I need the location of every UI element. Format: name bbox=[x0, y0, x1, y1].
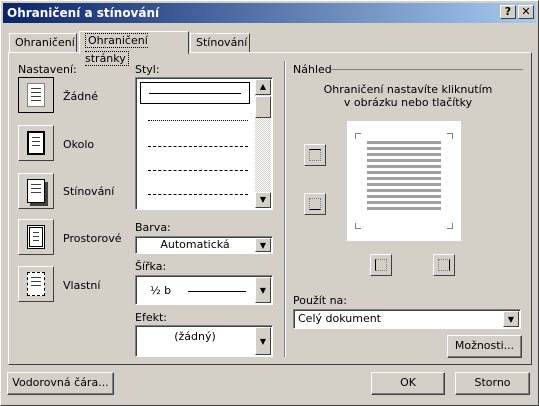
setting-label-box[interactable]: Okolo bbox=[63, 138, 94, 151]
width-label: Šířka: bbox=[135, 260, 167, 273]
width-value: ½ b bbox=[150, 284, 172, 297]
doc-line bbox=[31, 100, 41, 101]
title-bar: Ohraničení a stínování ? ✕ bbox=[3, 3, 536, 23]
doc-line bbox=[31, 188, 41, 189]
doc-line bbox=[31, 192, 41, 193]
tab-shading[interactable]: Stínování bbox=[190, 33, 250, 53]
corner-mark bbox=[447, 133, 453, 139]
border-shadow-icon[interactable] bbox=[18, 173, 54, 209]
border-custom-icon[interactable] bbox=[18, 266, 54, 302]
chevron-down-icon[interactable]: ▼ bbox=[255, 327, 271, 355]
corner-mark bbox=[447, 223, 453, 229]
preview-page[interactable] bbox=[347, 121, 461, 241]
doc-line bbox=[33, 240, 39, 241]
solid-line-sample bbox=[149, 93, 241, 94]
bottom-border-button[interactable] bbox=[304, 193, 326, 215]
tab-borders[interactable]: Ohraničení bbox=[9, 33, 77, 53]
preview-text-lines bbox=[367, 141, 441, 213]
doc-line bbox=[33, 236, 39, 237]
border-custom-doc bbox=[27, 272, 45, 296]
apply-to-value: Celý dokument bbox=[298, 312, 381, 325]
doc-line bbox=[32, 137, 40, 138]
window-title: Ohraničení a stínování bbox=[7, 6, 160, 20]
corner-mark bbox=[355, 133, 361, 139]
border-right-icon bbox=[438, 259, 450, 271]
border-none-icon[interactable] bbox=[18, 77, 54, 113]
width-combo[interactable]: ½ b ▼ bbox=[135, 275, 273, 305]
column-divider-highlight bbox=[285, 61, 286, 357]
style-list[interactable]: ▲ ▼ bbox=[135, 77, 273, 210]
doc-line bbox=[31, 184, 41, 185]
top-border-button[interactable] bbox=[304, 144, 326, 166]
scroll-down-icon[interactable]: ▼ bbox=[255, 192, 271, 208]
setting-label-shadow[interactable]: Stínování bbox=[63, 185, 114, 198]
tab-shading-label: Stínování bbox=[196, 36, 248, 49]
apply-to-combo[interactable]: Celý dokument ▼ bbox=[293, 309, 521, 329]
ok-button[interactable]: OK bbox=[371, 372, 445, 395]
setting-label-none[interactable]: Žádné bbox=[63, 90, 98, 103]
doc-line bbox=[31, 96, 41, 97]
effect-value: (žádný) bbox=[174, 330, 216, 343]
settings-header: Nastavení: bbox=[18, 63, 77, 76]
doc-line bbox=[33, 232, 39, 233]
border-3d-doc bbox=[27, 225, 45, 249]
border-box-icon[interactable] bbox=[18, 125, 54, 161]
help-button[interactable]: ? bbox=[500, 5, 516, 19]
preview-header-rule bbox=[331, 69, 523, 70]
border-shadow-doc bbox=[27, 179, 45, 203]
doc-line bbox=[31, 277, 41, 278]
preview-header: Náhled bbox=[293, 63, 332, 76]
color-value: Automatická bbox=[160, 238, 230, 251]
setting-label-custom[interactable]: Vlastní bbox=[63, 279, 100, 292]
border-top-icon bbox=[309, 149, 321, 161]
border-left-icon bbox=[375, 259, 387, 271]
borders-and-shading-dialog: Ohraničení a stínování ? ✕ Ohraničení Oh… bbox=[0, 0, 539, 406]
scroll-up-icon[interactable]: ▲ bbox=[255, 79, 271, 95]
cancel-button[interactable]: Storno bbox=[455, 372, 530, 395]
horizontal-line-button[interactable]: Vodorovná čára... bbox=[7, 372, 114, 395]
border-3d-icon[interactable] bbox=[18, 219, 54, 255]
doc-line bbox=[31, 88, 41, 89]
dotted-line-sample[interactable] bbox=[148, 120, 248, 121]
doc-line bbox=[31, 285, 41, 286]
scroll-thumb[interactable] bbox=[255, 96, 271, 118]
preview-hint-line1: Ohraničení nastavíte kliknutím bbox=[323, 83, 493, 96]
close-button[interactable]: ✕ bbox=[518, 5, 534, 19]
chevron-down-icon[interactable]: ▼ bbox=[255, 238, 271, 252]
chevron-down-icon[interactable]: ▼ bbox=[503, 311, 519, 327]
dashed-line-sample[interactable] bbox=[148, 146, 248, 147]
left-border-button[interactable] bbox=[370, 254, 392, 276]
color-label: Barva: bbox=[135, 221, 171, 234]
effect-combo[interactable]: (žádný) ▼ bbox=[135, 325, 273, 357]
color-combo[interactable]: Automatická ▼ bbox=[135, 236, 273, 254]
style-header: Styl: bbox=[135, 63, 160, 76]
style-scrollbar[interactable]: ▲ ▼ bbox=[255, 79, 271, 208]
border-box-doc bbox=[27, 131, 45, 155]
width-line-sample bbox=[188, 291, 246, 292]
doc-line bbox=[31, 92, 41, 93]
effect-label: Efekt: bbox=[135, 311, 167, 324]
apply-to-label: Použít na: bbox=[293, 294, 348, 307]
tab-page-border[interactable]: Ohraničení stránky bbox=[79, 31, 189, 66]
setting-label-3d[interactable]: Prostorové bbox=[63, 232, 122, 245]
doc-line bbox=[32, 145, 40, 146]
doc-line bbox=[32, 141, 40, 142]
border-bottom-icon bbox=[309, 198, 321, 210]
border-none-doc bbox=[27, 83, 45, 107]
right-border-button[interactable] bbox=[433, 254, 455, 276]
tab-borders-label: Ohraničení bbox=[15, 36, 75, 49]
chevron-down-icon[interactable]: ▼ bbox=[255, 277, 271, 303]
preview-hint-line2: v obrázku nebo tlačítky bbox=[343, 96, 473, 109]
long-dash-line-sample[interactable] bbox=[148, 170, 248, 171]
doc-line bbox=[31, 281, 41, 282]
style-item-selected[interactable] bbox=[140, 82, 250, 104]
dash-dot-line-sample[interactable] bbox=[148, 194, 248, 195]
corner-mark bbox=[355, 223, 361, 229]
options-button[interactable]: Možnosti... bbox=[447, 335, 522, 358]
